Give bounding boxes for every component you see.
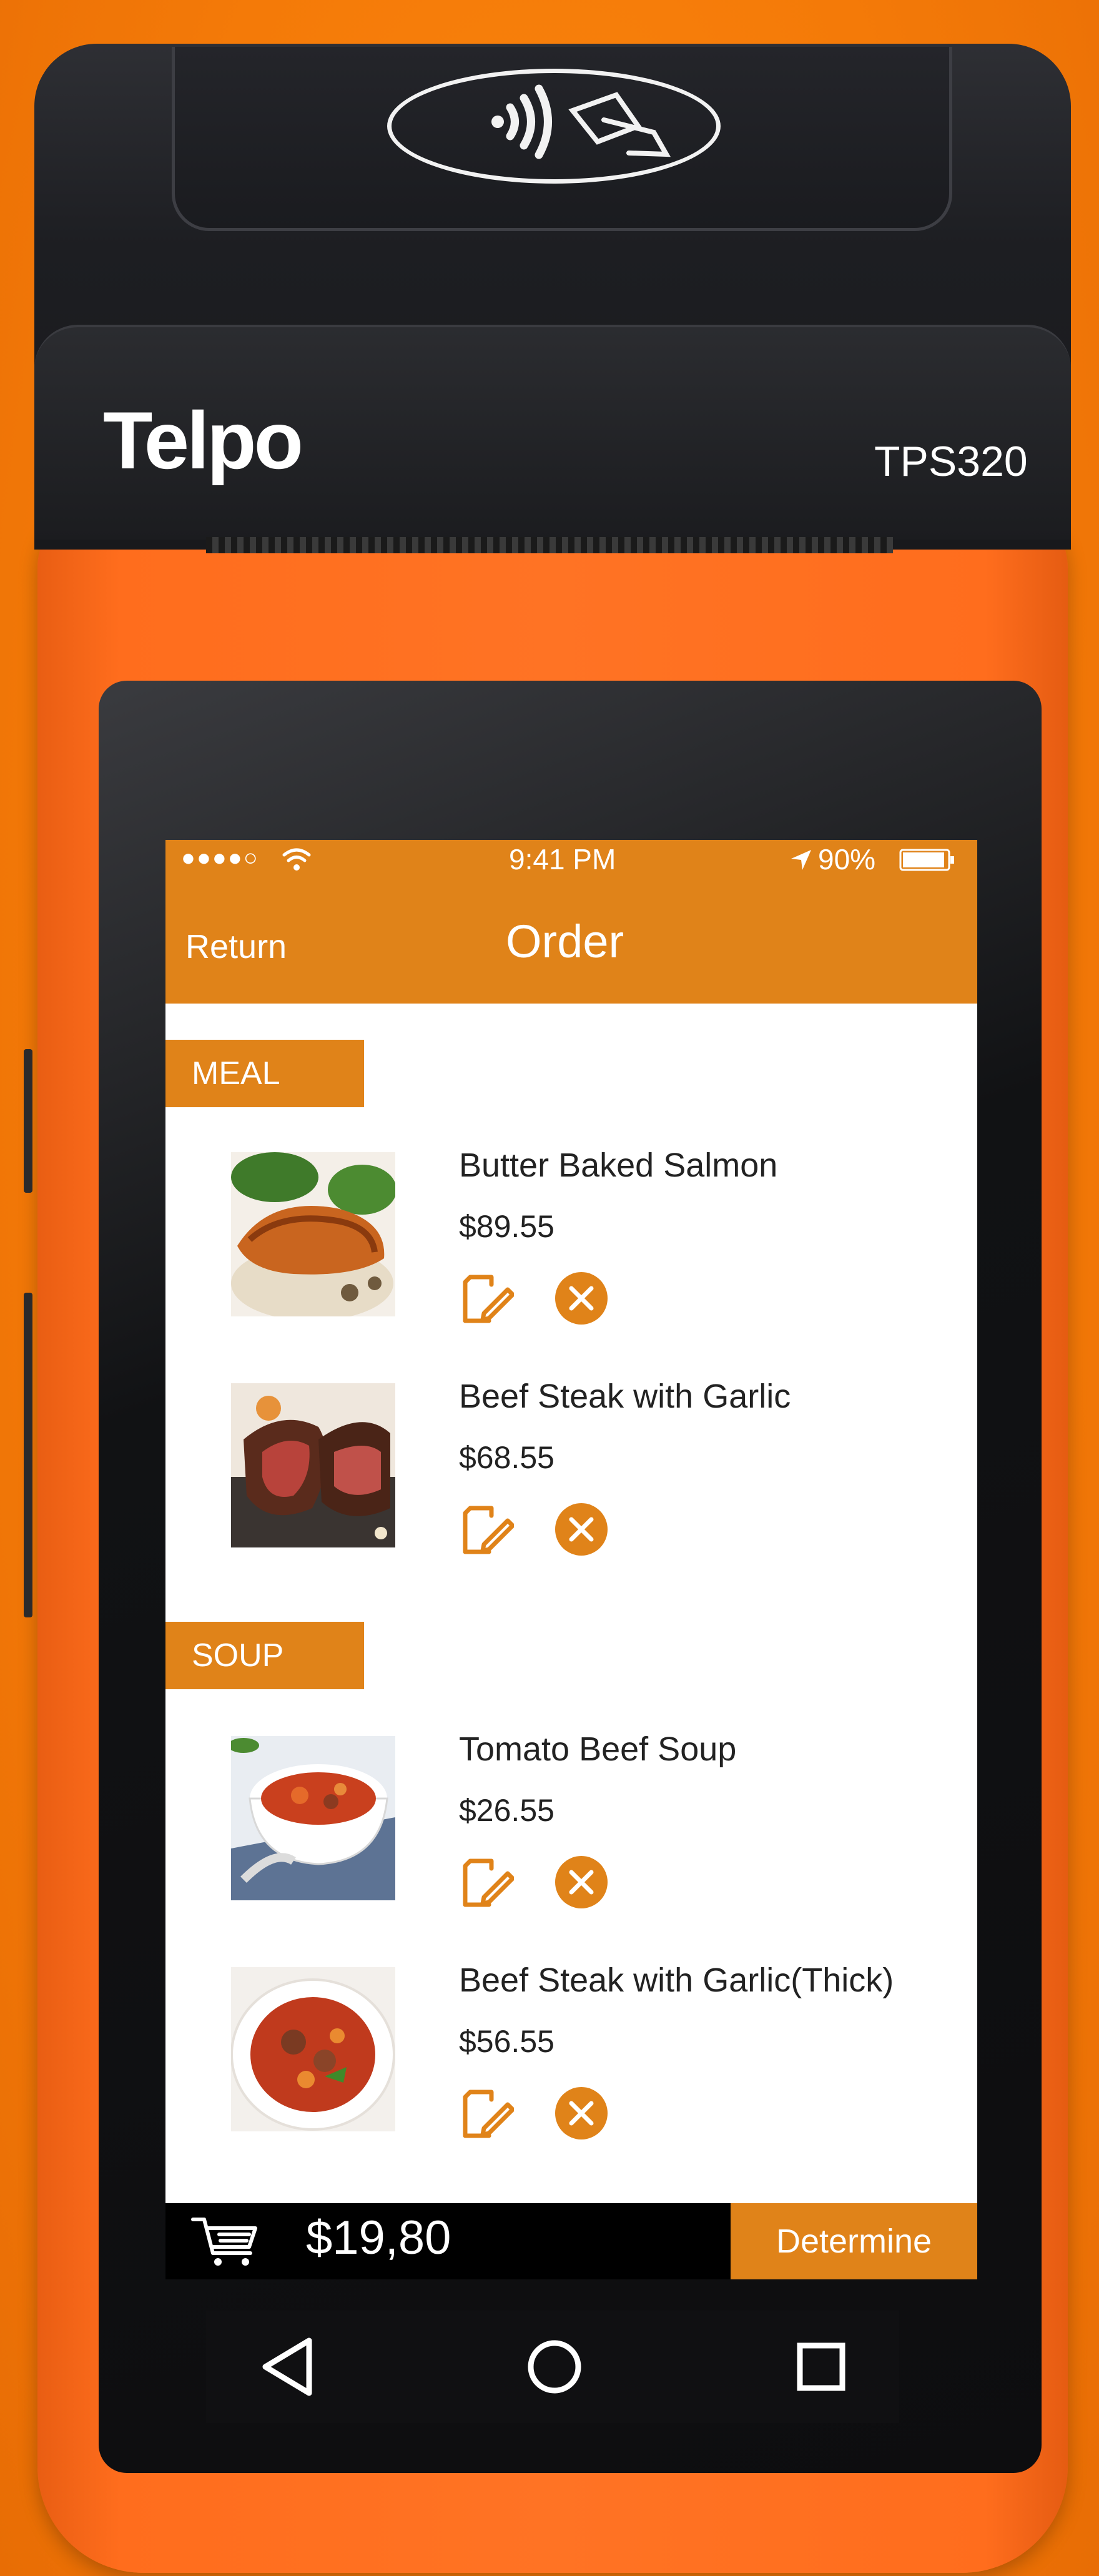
checkout-bar: $19,80 Determine bbox=[165, 2203, 977, 2279]
list-item: Beef Steak with Garlic $68.55 bbox=[165, 1378, 977, 1583]
remove-icon[interactable] bbox=[554, 1855, 609, 1910]
section-label-meal: MEAL bbox=[165, 1040, 364, 1107]
model-label: TPS320 bbox=[874, 438, 1028, 485]
determine-button[interactable]: Determine bbox=[731, 2203, 977, 2279]
brand-logo: Telpo bbox=[103, 395, 303, 486]
item-name: Beef Steak with Garlic bbox=[459, 1378, 791, 1415]
cart-icon[interactable] bbox=[190, 2214, 259, 2271]
list-item: Beef Steak with Garlic(Thick) $56.55 bbox=[165, 1962, 977, 2167]
remove-icon[interactable] bbox=[554, 1502, 609, 1557]
order-total: $19,80 bbox=[306, 2211, 451, 2264]
nfc-icon bbox=[387, 69, 721, 184]
navigation-bar bbox=[206, 2311, 899, 2423]
nav-home-icon[interactable] bbox=[525, 2337, 584, 2400]
remove-icon[interactable] bbox=[554, 2086, 609, 2141]
item-thumbnail-thick-soup bbox=[231, 1967, 395, 2131]
item-name: Beef Steak with Garlic(Thick) bbox=[459, 1962, 894, 1999]
list-item: Tomato Beef Soup $26.55 bbox=[165, 1730, 977, 1936]
remove-icon[interactable] bbox=[554, 1271, 609, 1326]
side-button-power[interactable] bbox=[24, 1293, 32, 1617]
item-thumbnail-salmon bbox=[231, 1152, 395, 1316]
edit-icon[interactable] bbox=[459, 1502, 515, 1557]
nav-recents-icon[interactable] bbox=[796, 2342, 846, 2395]
item-price: $26.55 bbox=[459, 1793, 554, 1828]
edit-icon[interactable] bbox=[459, 2086, 515, 2141]
page-title: Order bbox=[506, 915, 624, 967]
section-label-soup: SOUP bbox=[165, 1622, 364, 1689]
battery-icon bbox=[899, 849, 955, 874]
status-time: 9:41 PM bbox=[509, 843, 616, 876]
return-button[interactable]: Return bbox=[185, 927, 287, 966]
location-icon bbox=[790, 849, 812, 874]
wifi-icon bbox=[281, 846, 312, 876]
item-name: Butter Baked Salmon bbox=[459, 1147, 778, 1184]
list-item: Butter Baked Salmon $89.55 bbox=[165, 1147, 977, 1352]
item-price: $56.55 bbox=[459, 2024, 554, 2059]
edit-icon[interactable] bbox=[459, 1855, 515, 1910]
paper-cutter bbox=[206, 537, 893, 553]
edit-icon[interactable] bbox=[459, 1271, 515, 1326]
nav-back-icon[interactable] bbox=[259, 2336, 315, 2401]
app-screen: ●●●●○ 9:41 PM 90% Return Order MEAL Butt… bbox=[165, 840, 977, 2279]
item-price: $68.55 bbox=[459, 1440, 554, 1475]
item-price: $89.55 bbox=[459, 1209, 554, 1244]
item-thumbnail-steak bbox=[231, 1383, 395, 1547]
item-thumbnail-tomato-soup bbox=[231, 1736, 395, 1900]
battery-percent: 90% bbox=[818, 843, 876, 876]
signal-strength: ●●●●○ bbox=[181, 845, 259, 871]
item-name: Tomato Beef Soup bbox=[459, 1730, 737, 1768]
side-button-volume[interactable] bbox=[24, 1049, 32, 1193]
app-header: ●●●●○ 9:41 PM 90% Return Order bbox=[165, 840, 977, 1004]
